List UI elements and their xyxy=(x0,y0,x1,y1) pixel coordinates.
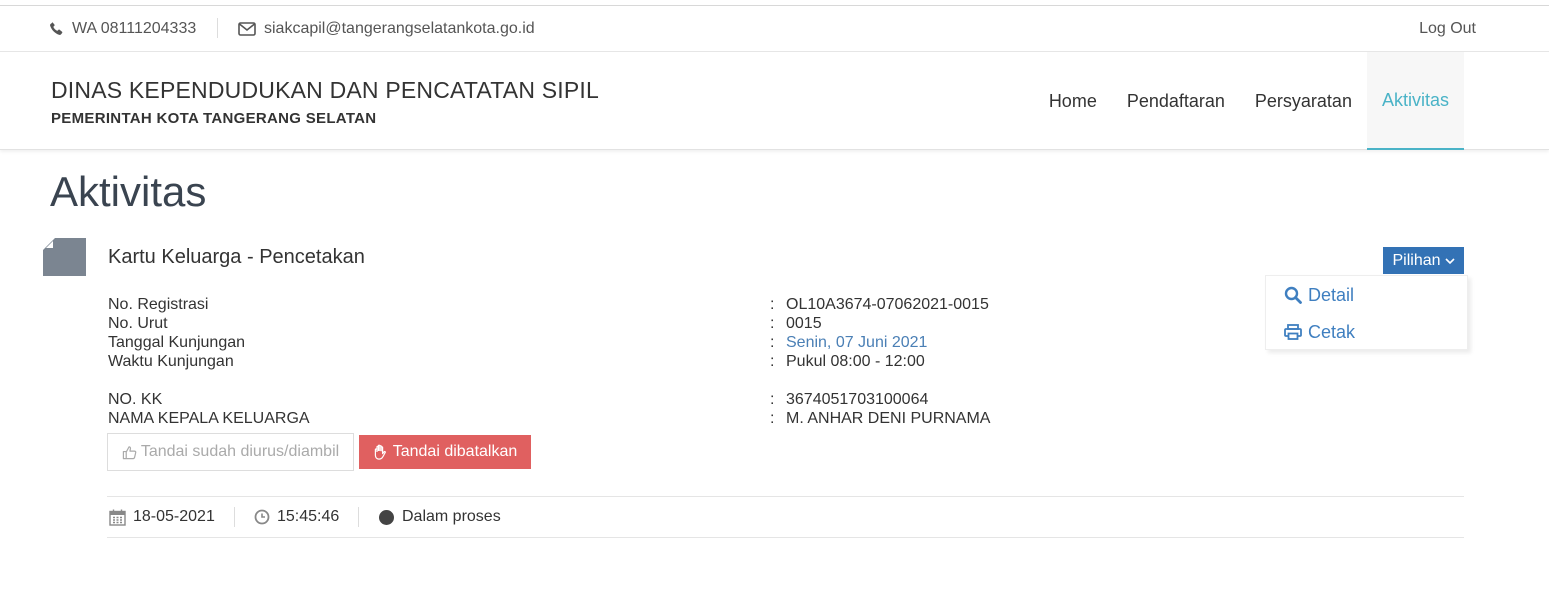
print-icon xyxy=(1284,324,1302,340)
field-colon: : xyxy=(770,353,775,370)
phone-text: WA 08111204333 xyxy=(72,19,197,37)
thumbs-up-icon xyxy=(122,445,137,459)
email-text: siakcapil@tangerangselatankota.go.id xyxy=(264,19,535,37)
nav-pendaftaran[interactable]: Pendaftaran xyxy=(1112,52,1240,150)
field-row-visit-time: Waktu Kunjungan : Pukul 08:00 - 12:00 xyxy=(108,352,1108,371)
meta-time: 15:45:46 xyxy=(254,507,339,527)
visit-date-link[interactable]: Senin, 07 Juni 2021 xyxy=(786,333,927,352)
meta-divider-bottom xyxy=(107,537,1464,538)
field-value: OL10A3674-07062021-0015 xyxy=(786,296,989,313)
field-colon: : xyxy=(770,296,775,313)
field-row-registration: No. Registrasi : OL10A3674-07062021-0015 xyxy=(108,295,1108,314)
options-dropdown-menu: Detail Cetak xyxy=(1265,275,1468,350)
field-row-kk-number: NO. KK : 3674051703100064 xyxy=(108,390,1108,409)
field-row-family-head: NAMA KEPALA KELUARGA : M. ANHAR DENI PUR… xyxy=(108,409,1108,428)
status-text: Dalam proses xyxy=(402,508,501,525)
field-value: 0015 xyxy=(786,315,822,332)
option-cetak[interactable]: Cetak xyxy=(1284,320,1355,344)
field-value: M. ANHAR DENI PURNAMA xyxy=(786,410,991,427)
main-nav: Home Pendaftaran Persyaratan Aktivitas xyxy=(1034,52,1464,150)
field-row-queue-number: No. Urut : 0015 xyxy=(108,314,1108,333)
clock-icon xyxy=(254,509,270,525)
field-label: No. Urut xyxy=(108,315,168,332)
meta-time-text: 15:45:46 xyxy=(277,508,340,525)
meta-divider-top xyxy=(107,496,1464,497)
phone-contact: WA 08111204333 xyxy=(49,6,196,51)
field-label: Waktu Kunjungan xyxy=(108,353,234,370)
logout-link[interactable]: Log Out xyxy=(1419,6,1476,51)
field-colon: : xyxy=(770,334,775,351)
options-button-label: Pilihan xyxy=(1392,251,1441,269)
mark-cancel-label: Tandai dibatalkan xyxy=(392,443,518,460)
meta-date-text: 18-05-2021 xyxy=(133,508,215,525)
field-label: No. Registrasi xyxy=(108,296,209,313)
option-detail-label: Detail xyxy=(1308,284,1355,305)
field-label: NO. KK xyxy=(108,391,163,408)
chevron-down-icon xyxy=(1444,257,1455,264)
meta-divider xyxy=(234,507,235,527)
field-value: 3674051703100064 xyxy=(786,391,929,408)
email-contact: siakcapil@tangerangselatankota.go.id xyxy=(238,6,535,51)
phone-icon xyxy=(50,22,63,35)
activity-title: Kartu Keluarga - Pencetakan xyxy=(108,246,365,268)
mark-done-button[interactable]: Tandai sudah diurus/diambil xyxy=(107,433,354,471)
field-colon: : xyxy=(770,315,775,332)
document-icon xyxy=(43,238,86,276)
field-colon: : xyxy=(770,410,775,427)
field-row-visit-date: Tanggal Kunjungan : Senin, 07 Juni 2021 xyxy=(108,333,1108,352)
field-value: Pukul 08:00 - 12:00 xyxy=(786,353,925,370)
nav-aktivitas[interactable]: Aktivitas xyxy=(1366,52,1464,150)
nav-persyaratan[interactable]: Persyaratan xyxy=(1240,52,1367,150)
nav-home[interactable]: Home xyxy=(1034,52,1112,150)
top-contact-bar: WA 08111204333 siakcapil@tangerangselata… xyxy=(0,6,1549,52)
field-colon: : xyxy=(770,391,775,408)
calendar-icon xyxy=(109,509,126,526)
meta-status: Dalam proses xyxy=(379,507,501,527)
option-cetak-label: Cetak xyxy=(1308,321,1356,342)
hand-stop-icon xyxy=(374,444,386,460)
meta-date: 18-05-2021 xyxy=(109,507,215,527)
page-title: Aktivitas xyxy=(50,168,207,215)
field-label: NAMA KEPALA KELUARGA xyxy=(108,410,310,427)
mark-done-label: Tandai sudah diurus/diambil xyxy=(140,443,340,460)
status-dot-icon xyxy=(379,509,394,525)
mark-cancel-button[interactable]: Tandai dibatalkan xyxy=(359,435,531,469)
option-detail[interactable]: Detail xyxy=(1284,283,1354,307)
envelope-icon xyxy=(238,21,256,36)
brand-title: DINAS KEPENDUDUKAN DAN PENCATATAN SIPIL xyxy=(51,77,599,103)
field-label: Tanggal Kunjungan xyxy=(108,334,246,351)
brand-subtitle: PEMERINTAH KOTA TANGERANG SELATAN xyxy=(51,110,377,127)
contact-divider xyxy=(217,18,218,38)
options-dropdown-button[interactable]: Pilihan xyxy=(1383,247,1464,274)
site-header: DINAS KEPENDUDUKAN DAN PENCATATAN SIPIL … xyxy=(0,52,1549,150)
meta-divider xyxy=(358,507,359,527)
search-icon xyxy=(1284,286,1302,304)
